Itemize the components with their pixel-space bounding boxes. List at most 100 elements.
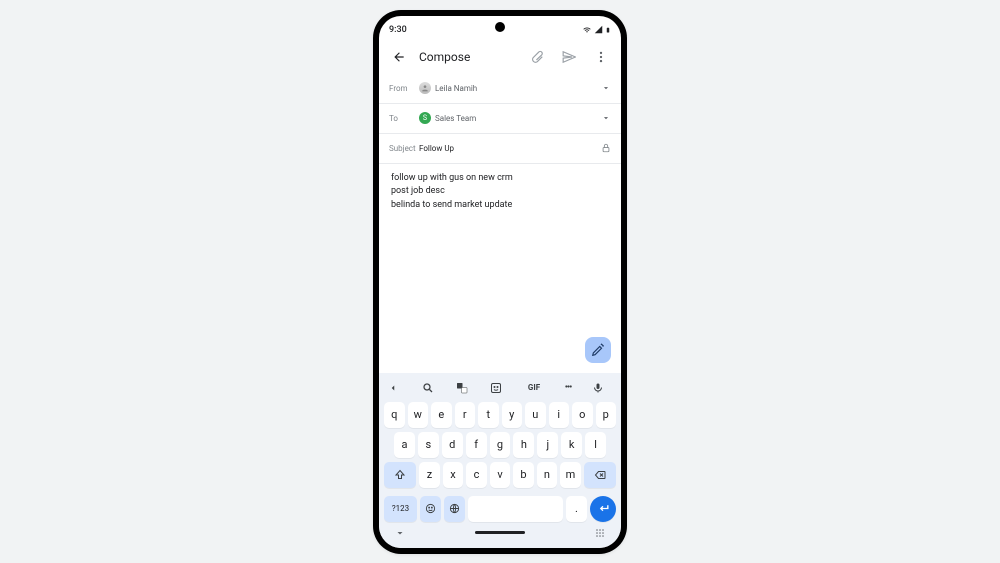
- enter-key[interactable]: [590, 496, 616, 522]
- key-n[interactable]: n: [537, 462, 557, 488]
- key-b[interactable]: b: [513, 462, 533, 488]
- key-x[interactable]: x: [443, 462, 463, 488]
- key-f[interactable]: f: [466, 432, 487, 458]
- kb-row-1: qwertyuiop: [384, 402, 616, 428]
- backspace-icon: [593, 469, 607, 481]
- chevron-down-icon: [601, 113, 611, 123]
- shift-icon: [394, 469, 406, 481]
- key-s[interactable]: s: [418, 432, 439, 458]
- body-line: post job desc: [391, 185, 609, 199]
- wifi-icon: [582, 26, 592, 34]
- back-button[interactable]: [387, 45, 411, 69]
- lock-icon: [601, 143, 611, 153]
- key-q[interactable]: q: [384, 402, 405, 428]
- more-vert-icon: [594, 50, 608, 64]
- status-icons: [582, 25, 611, 35]
- mic-icon: [592, 382, 604, 394]
- key-w[interactable]: w: [408, 402, 429, 428]
- subject-label: Subject: [389, 144, 419, 153]
- avatar: S: [419, 112, 431, 124]
- from-row[interactable]: From Leila Namih: [379, 74, 621, 104]
- globe-key[interactable]: [444, 496, 465, 522]
- kb-row-3: zxcvbnm: [384, 462, 616, 488]
- key-d[interactable]: d: [442, 432, 463, 458]
- status-time: 9:30: [389, 25, 407, 35]
- to-chip: S Sales Team: [419, 112, 476, 124]
- key-c[interactable]: c: [466, 462, 486, 488]
- key-i[interactable]: i: [549, 402, 570, 428]
- key-k[interactable]: k: [561, 432, 582, 458]
- key-z[interactable]: z: [419, 462, 439, 488]
- kb-search-button[interactable]: [422, 382, 442, 394]
- magic-pen-icon: [591, 343, 605, 357]
- from-label: From: [389, 84, 419, 93]
- attachment-icon: [530, 50, 544, 64]
- body-line: belinda to send market update: [391, 199, 609, 213]
- kb-sticker-button[interactable]: [490, 382, 510, 394]
- backspace-key[interactable]: [584, 462, 616, 488]
- key-h[interactable]: h: [513, 432, 534, 458]
- key-r[interactable]: r: [455, 402, 476, 428]
- battery-icon: [605, 25, 611, 35]
- enter-icon: [597, 502, 610, 515]
- keyboard-grid-icon: [594, 527, 606, 539]
- key-j[interactable]: j: [537, 432, 558, 458]
- globe-icon: [449, 503, 460, 514]
- to-row[interactable]: To S Sales Team: [379, 104, 621, 134]
- keyboard-toolbar: GIF •••: [382, 376, 618, 400]
- screen: 9:30 Compose From: [379, 16, 621, 548]
- key-l[interactable]: l: [585, 432, 606, 458]
- ai-compose-button[interactable]: [585, 337, 611, 363]
- to-label: To: [389, 114, 419, 123]
- translate-icon: [456, 382, 468, 394]
- signal-icon: [594, 25, 603, 34]
- app-bar: Compose: [379, 40, 621, 74]
- from-name: Leila Namih: [435, 84, 477, 93]
- attach-button[interactable]: [525, 45, 549, 69]
- key-a[interactable]: a: [394, 432, 415, 458]
- kb-collapse-button[interactable]: [388, 383, 408, 393]
- more-button[interactable]: [589, 45, 613, 69]
- key-g[interactable]: g: [490, 432, 511, 458]
- chevron-left-icon: [388, 383, 398, 393]
- key-e[interactable]: e: [431, 402, 452, 428]
- kb-hide-button[interactable]: [394, 527, 406, 539]
- emoji-icon: [425, 503, 436, 514]
- key-y[interactable]: y: [502, 402, 523, 428]
- keyboard: GIF ••• qwertyuiop asdfghjkl zxcvbnm ?12…: [379, 373, 621, 548]
- shift-key[interactable]: [384, 462, 416, 488]
- space-key[interactable]: [468, 496, 562, 522]
- email-body[interactable]: follow up with gus on new crm post job d…: [379, 164, 621, 373]
- key-m[interactable]: m: [560, 462, 580, 488]
- send-icon: [562, 50, 576, 64]
- kb-translate-button[interactable]: [456, 382, 476, 394]
- emoji-key[interactable]: [420, 496, 441, 522]
- kb-options-button[interactable]: [594, 527, 606, 539]
- camera-hole: [495, 22, 505, 32]
- subject-row[interactable]: Subject Follow Up: [379, 134, 621, 164]
- key-t[interactable]: t: [478, 402, 499, 428]
- chevron-down-icon: [394, 527, 406, 539]
- kb-gif-button[interactable]: GIF: [524, 383, 544, 392]
- phone-frame: 9:30 Compose From: [373, 10, 627, 554]
- search-icon: [422, 382, 434, 394]
- kb-mic-button[interactable]: [592, 382, 612, 394]
- key-o[interactable]: o: [572, 402, 593, 428]
- nav-pill[interactable]: [475, 531, 525, 534]
- from-chip: Leila Namih: [419, 82, 477, 94]
- sticker-icon: [490, 382, 502, 394]
- period-key[interactable]: .: [566, 496, 587, 522]
- kb-row-4: ?123 .: [384, 496, 616, 522]
- kb-more-button[interactable]: •••: [558, 383, 578, 393]
- symbols-key[interactable]: ?123: [384, 496, 417, 522]
- key-u[interactable]: u: [525, 402, 546, 428]
- page-title: Compose: [419, 50, 517, 64]
- arrow-back-icon: [392, 50, 406, 64]
- key-v[interactable]: v: [490, 462, 510, 488]
- body-line: follow up with gus on new crm: [391, 172, 609, 186]
- to-name: Sales Team: [435, 114, 476, 123]
- send-button[interactable]: [557, 45, 581, 69]
- key-p[interactable]: p: [596, 402, 617, 428]
- nav-bar: [382, 524, 618, 542]
- keyboard-rows: qwertyuiop asdfghjkl zxcvbnm ?123 .: [382, 400, 618, 524]
